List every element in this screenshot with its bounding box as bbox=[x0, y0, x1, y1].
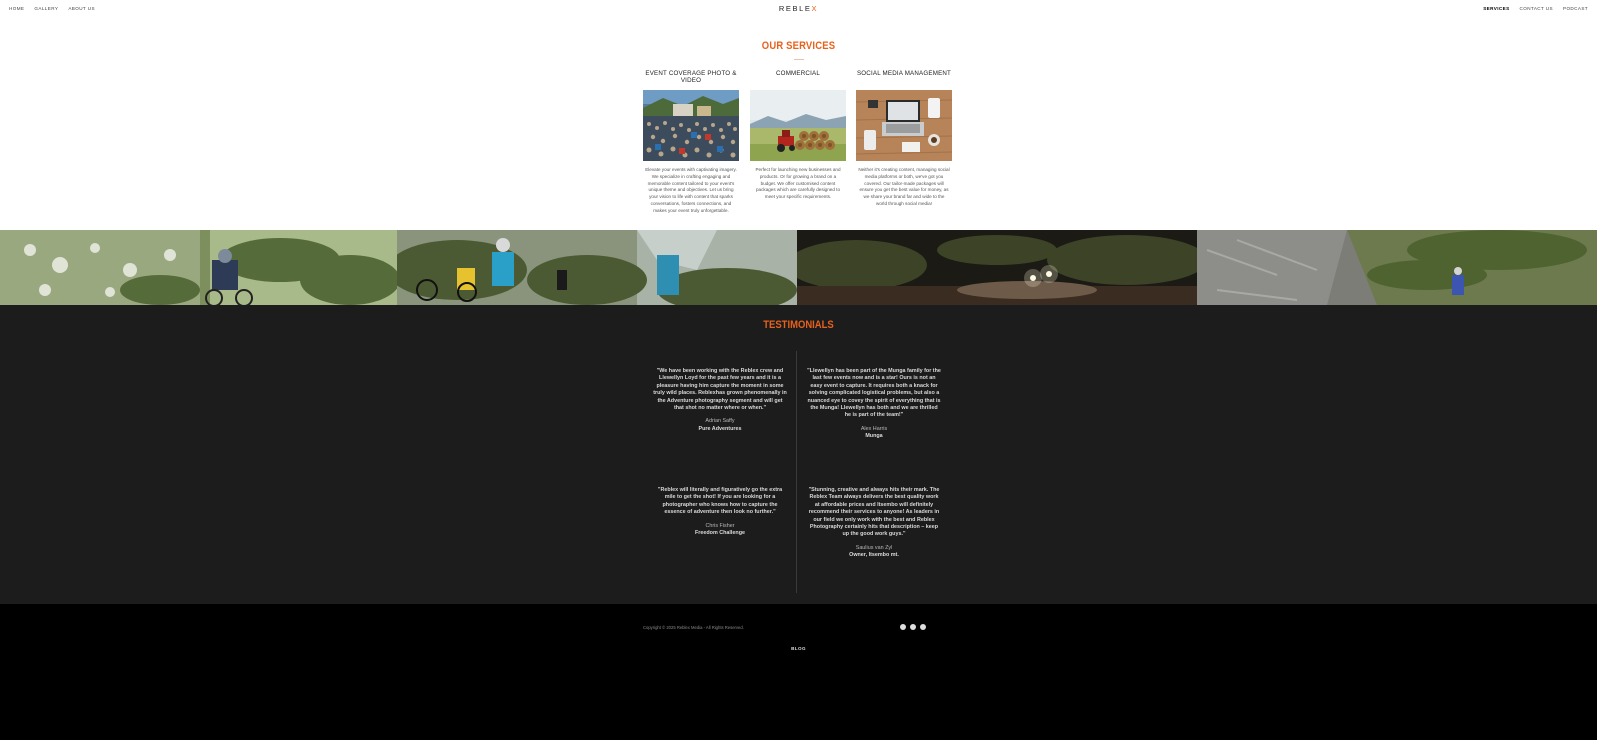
nav-podcast[interactable]: PODCAST bbox=[1563, 6, 1588, 11]
photo-strip bbox=[0, 230, 1597, 305]
service-title: SOCIAL MEDIA MANAGEMENT bbox=[856, 70, 952, 77]
testimonial-author: Alex Harris bbox=[860, 425, 888, 432]
testimonial-quote: "Reblex will literally and figuratively … bbox=[657, 487, 783, 516]
testimonial-org: Pure Adventures bbox=[698, 425, 742, 432]
gallery-photo-cyclist-flowers[interactable] bbox=[0, 230, 397, 305]
testimonial-author: Adrian Saffy bbox=[705, 418, 735, 425]
service-description: Neither it's creating content, managing … bbox=[858, 167, 950, 206]
testimonial-quote: "Stunning, creative and always hits thei… bbox=[808, 487, 940, 538]
blog-link[interactable]: BLOG bbox=[0, 646, 1597, 651]
logo-accent: X bbox=[811, 4, 819, 13]
testimonial-quote: "We have been working with the Reblex cr… bbox=[653, 368, 787, 412]
tractor-hay-photo[interactable] bbox=[750, 90, 846, 161]
site-header: HOME GALLERY ABOUT US REBLEX SERVICES CO… bbox=[0, 0, 1597, 18]
social-links bbox=[900, 624, 926, 630]
nav-contact-us[interactable]: CONTACT US bbox=[1520, 6, 1553, 11]
testimonial-org: Munga bbox=[865, 433, 883, 440]
testimonials-title: TESTIMONIALS bbox=[763, 319, 834, 331]
testimonial-card: "Llewellyn has been part of the Munga fa… bbox=[807, 368, 941, 441]
copyright-text: Copyright © 2025 Reblex Media - All Righ… bbox=[643, 625, 744, 630]
testimonial-card: "We have been working with the Reblex cr… bbox=[653, 368, 787, 433]
nav-services[interactable]: SERVICES bbox=[1483, 6, 1509, 11]
testimonial-card: "Stunning, creative and always hits thei… bbox=[807, 487, 941, 560]
gallery-photo-rocky-trail[interactable] bbox=[1197, 230, 1597, 305]
logo-text: REBLE bbox=[778, 4, 812, 13]
service-title: COMMERCIAL bbox=[776, 70, 820, 77]
testimonial-author: Saulius van Zyl bbox=[855, 544, 893, 551]
service-card-event: EVENT COVERAGE PHOTO & VIDEO Elevate you… bbox=[643, 70, 739, 215]
site-logo[interactable]: REBLEX bbox=[0, 4, 1597, 13]
nav-right: SERVICES CONTACT US PODCAST bbox=[1483, 6, 1588, 11]
testimonials-divider bbox=[796, 351, 797, 593]
testimonial-author: Chris Fisher bbox=[705, 522, 735, 529]
laptop-desk-photo[interactable] bbox=[856, 90, 952, 161]
title-divider bbox=[794, 59, 804, 60]
service-card-social-media: SOCIAL MEDIA MANAGEMENT Neither it's cre… bbox=[856, 70, 952, 208]
gallery-photo-riders-resting[interactable] bbox=[397, 230, 797, 305]
site-footer: Copyright © 2025 Reblex Media - All Righ… bbox=[0, 604, 1597, 740]
gallery-photo-night-riders[interactable] bbox=[797, 230, 1197, 305]
event-crowd-photo[interactable] bbox=[643, 90, 739, 161]
service-card-commercial: COMMERCIAL Perfect for launching new bus… bbox=[750, 70, 846, 201]
testimonial-card: "Reblex will literally and figuratively … bbox=[653, 487, 787, 537]
testimonial-org: Owner, Itsembo mt. bbox=[849, 552, 899, 559]
youtube-icon[interactable] bbox=[920, 624, 926, 630]
page: HOME GALLERY ABOUT US REBLEX SERVICES CO… bbox=[0, 0, 1597, 740]
facebook-icon[interactable] bbox=[900, 624, 906, 630]
service-description: Elevate your events with captivating ima… bbox=[645, 167, 737, 213]
service-title: EVENT COVERAGE PHOTO & VIDEO bbox=[645, 70, 737, 84]
testimonial-org: Freedom Challenge bbox=[694, 530, 746, 537]
service-description: Perfect for launching new businesses and… bbox=[755, 167, 841, 200]
services-section: OUR SERVICES EVENT COVERAGE PHOTO & VIDE… bbox=[0, 18, 1597, 230]
testimonials-section: TESTIMONIALS "We have been working with … bbox=[0, 305, 1597, 604]
instagram-icon[interactable] bbox=[910, 624, 916, 630]
testimonial-quote: "Llewellyn has been part of the Munga fa… bbox=[807, 368, 941, 419]
services-title: OUR SERVICES bbox=[761, 40, 836, 52]
